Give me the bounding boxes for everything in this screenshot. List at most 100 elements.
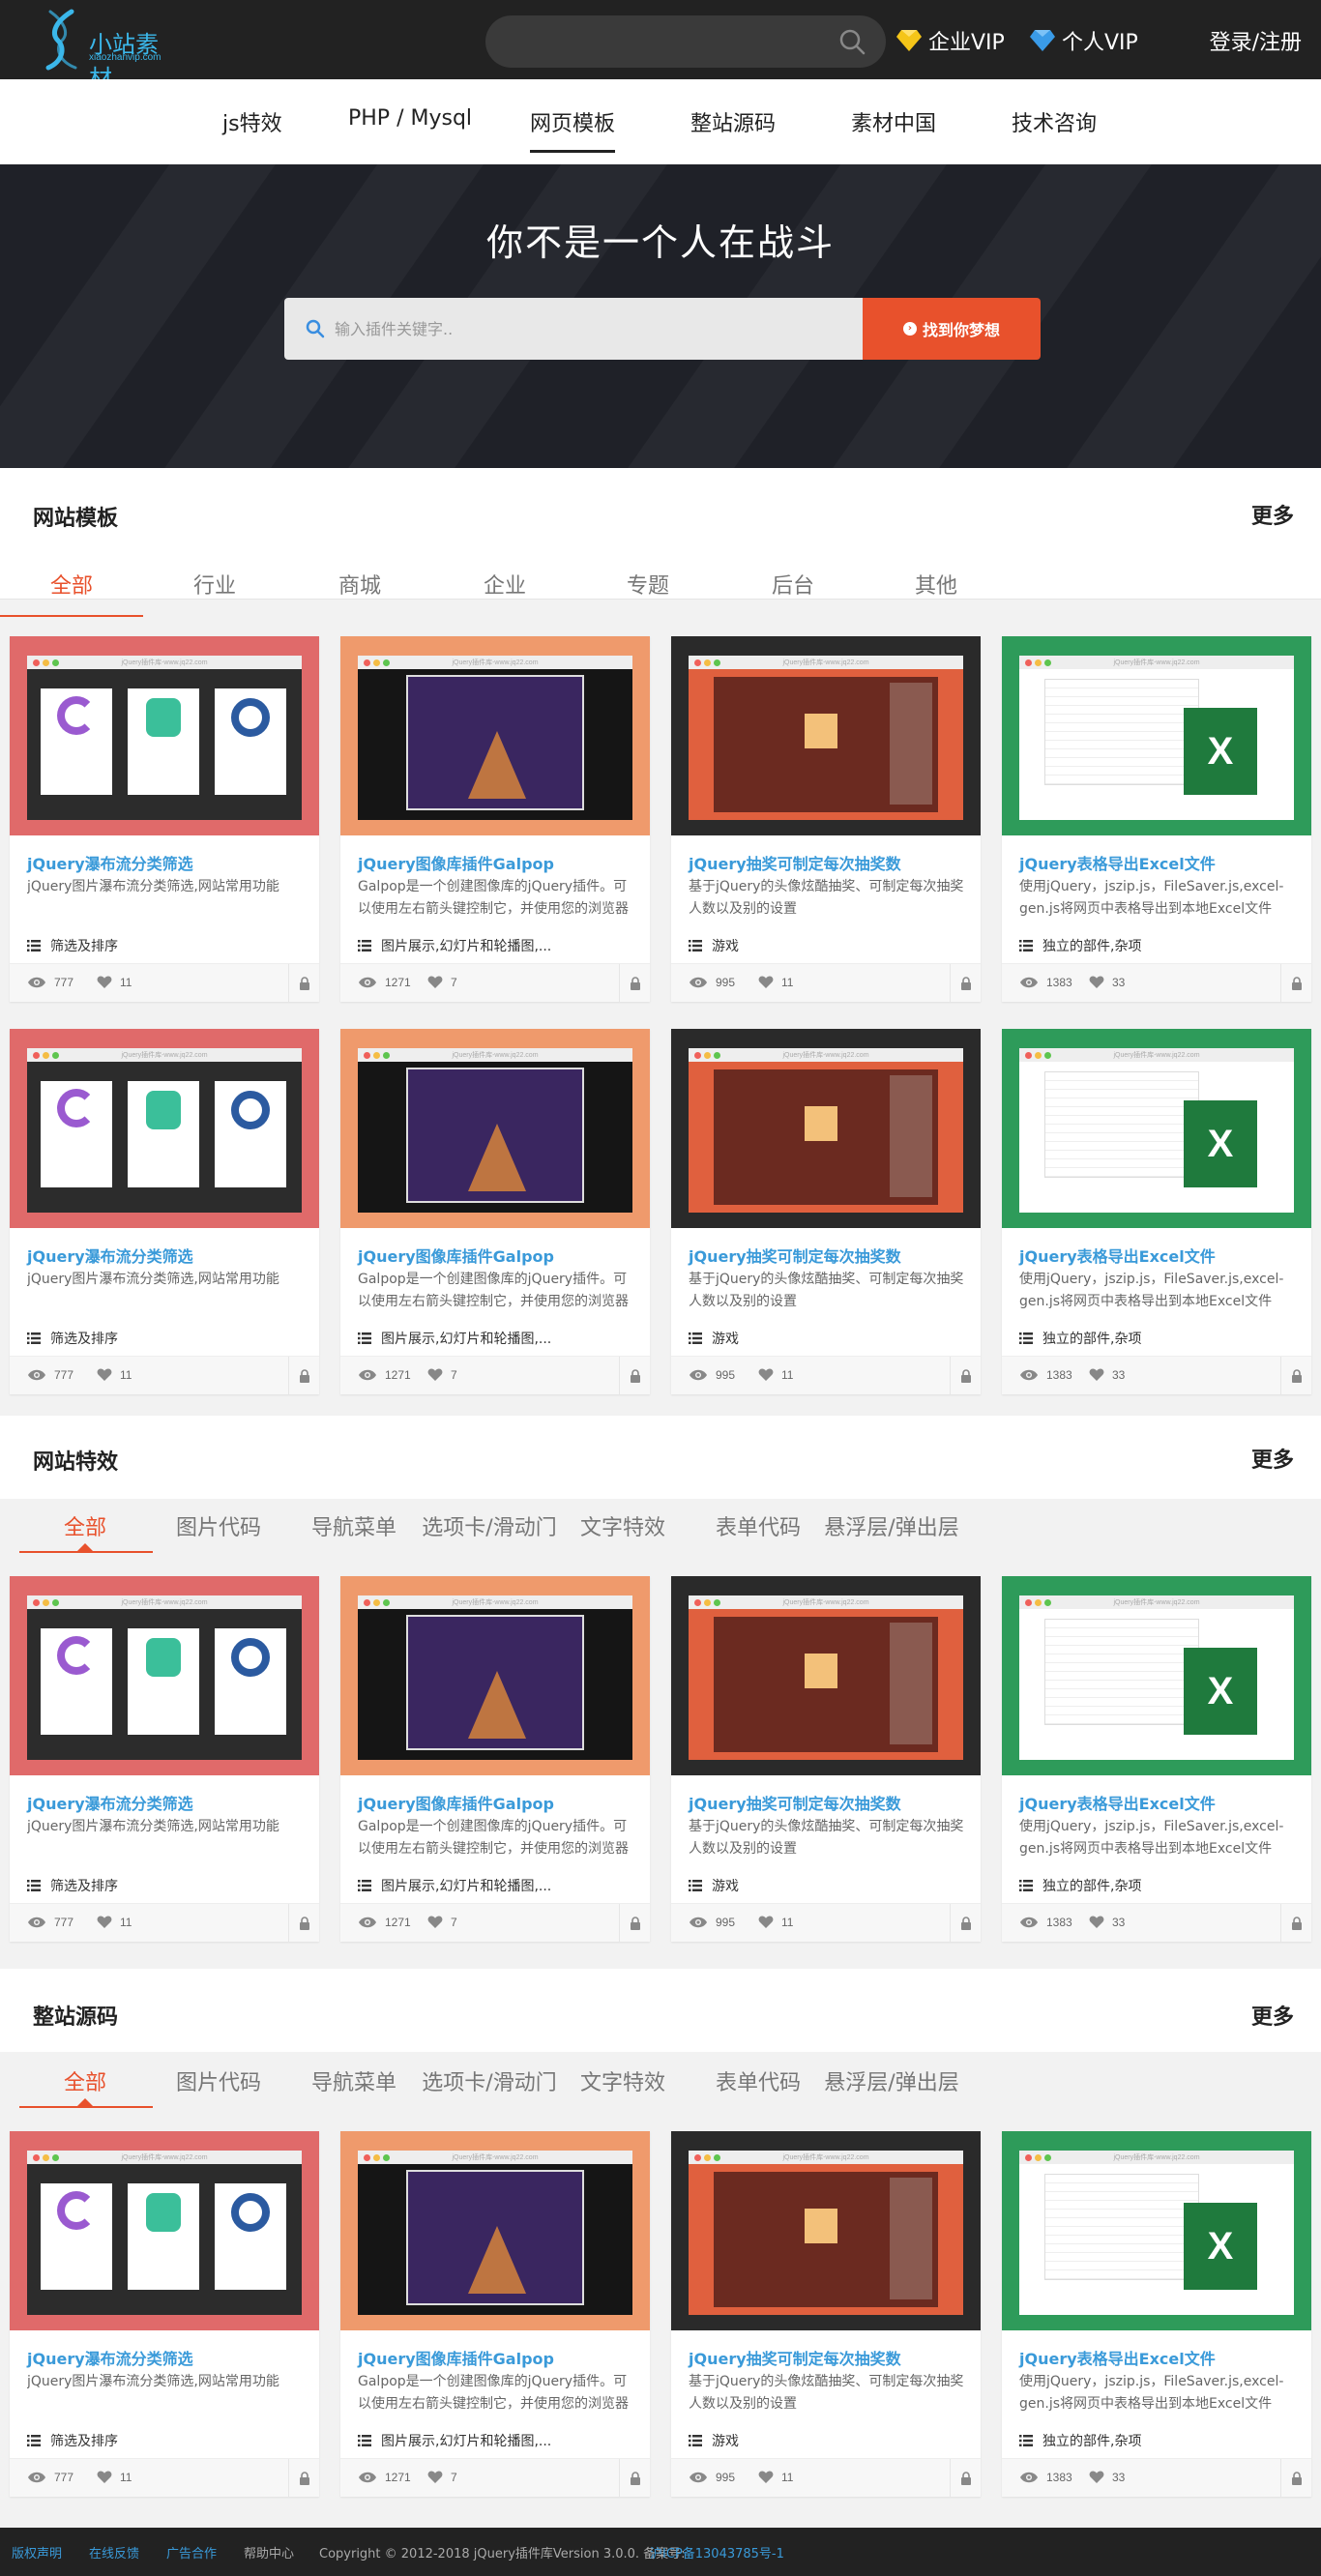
lock-button[interactable] xyxy=(1280,1904,1311,1943)
lock-button[interactable] xyxy=(288,1904,319,1943)
like-count[interactable]: 7 xyxy=(427,2471,457,2484)
card-thumbnail[interactable]: jQuery插件库-www.jq22.com X xyxy=(1002,636,1311,835)
footer-link-copyright[interactable]: 版权声明 xyxy=(12,2543,62,2561)
card-thumbnail[interactable]: jQuery插件库-www.jq22.com xyxy=(340,636,650,835)
nav-item-templates[interactable]: 网页模板 xyxy=(530,106,616,153)
card-thumbnail[interactable]: jQuery插件库-www.jq22.com xyxy=(671,636,981,835)
more-link[interactable]: 更多 xyxy=(1251,499,1294,530)
search-icon[interactable] xyxy=(837,27,866,56)
card-title[interactable]: jQuery图像库插件Galpop xyxy=(358,2346,554,2369)
lock-button[interactable] xyxy=(288,1357,319,1395)
like-count[interactable]: 11 xyxy=(758,976,793,989)
card-tag-text[interactable]: 图片展示,幻灯片和轮播图,... xyxy=(381,1876,551,1895)
footer-link-ads[interactable]: 广告合作 xyxy=(166,2543,217,2561)
tab-text-effects[interactable]: 文字特效 xyxy=(580,1510,665,1541)
like-count[interactable]: 11 xyxy=(97,976,132,989)
card-tag-text[interactable]: 独立的部件,杂项 xyxy=(1042,2431,1141,2450)
tab-topic[interactable]: 专题 xyxy=(627,569,669,600)
tab-tabs-slider[interactable]: 选项卡/滑动门 xyxy=(422,2065,556,2096)
lock-button[interactable] xyxy=(950,2459,981,2498)
nav-item-source[interactable]: 整站源码 xyxy=(690,106,776,137)
card-thumbnail[interactable]: jQuery插件库-www.jq22.com xyxy=(671,2131,981,2330)
card-title[interactable]: jQuery表格导出Excel文件 xyxy=(1019,851,1216,874)
card-tag-text[interactable]: 游戏 xyxy=(712,1329,739,1348)
tab-nav-menu[interactable]: 导航菜单 xyxy=(311,2065,396,2096)
tab-all[interactable]: 全部 xyxy=(50,569,93,600)
lock-button[interactable] xyxy=(619,2459,650,2498)
personal-vip-link[interactable]: 个人VIP xyxy=(1029,25,1138,56)
lock-button[interactable] xyxy=(950,964,981,1003)
tab-text-effects[interactable]: 文字特效 xyxy=(580,2065,665,2096)
card-tag-text[interactable]: 游戏 xyxy=(712,2431,739,2450)
lock-button[interactable] xyxy=(288,2459,319,2498)
enterprise-vip-link[interactable]: 企业VIP xyxy=(895,25,1005,56)
more-link[interactable]: 更多 xyxy=(1251,1443,1294,1474)
card-thumbnail[interactable]: jQuery插件库-www.jq22.com xyxy=(340,1029,650,1228)
card-title[interactable]: jQuery抽奖可制定每次抽奖数 xyxy=(689,1791,901,1814)
tab-all[interactable]: 全部 xyxy=(64,2065,106,2096)
card-title[interactable]: jQuery抽奖可制定每次抽奖数 xyxy=(689,1244,901,1267)
plugin-card[interactable]: jQuery插件库-www.jq22.com jQuery瀑布流分类筛选 jQu… xyxy=(10,2131,319,2498)
card-title[interactable]: jQuery瀑布流分类筛选 xyxy=(27,2346,193,2369)
like-count[interactable]: 33 xyxy=(1089,1368,1125,1382)
lock-button[interactable] xyxy=(619,1904,650,1943)
plugin-card[interactable]: jQuery插件库-www.jq22.com X jQuery表格导出Excel… xyxy=(1002,1029,1311,1395)
like-count[interactable]: 7 xyxy=(427,1916,457,1929)
like-count[interactable]: 33 xyxy=(1089,2471,1125,2484)
card-thumbnail[interactable]: jQuery插件库-www.jq22.com X xyxy=(1002,1576,1311,1775)
card-thumbnail[interactable]: jQuery插件库-www.jq22.com X xyxy=(1002,2131,1311,2330)
tab-image-code[interactable]: 图片代码 xyxy=(176,2065,261,2096)
tab-enterprise[interactable]: 企业 xyxy=(484,569,526,600)
card-thumbnail[interactable]: jQuery插件库-www.jq22.com xyxy=(10,1576,319,1775)
like-count[interactable]: 11 xyxy=(97,1916,132,1929)
card-tag-text[interactable]: 图片展示,幻灯片和轮播图,... xyxy=(381,2431,551,2450)
like-count[interactable]: 7 xyxy=(427,976,457,989)
plugin-card[interactable]: jQuery插件库-www.jq22.com jQuery抽奖可制定每次抽奖数 … xyxy=(671,1029,981,1395)
plugin-card[interactable]: jQuery插件库-www.jq22.com X jQuery表格导出Excel… xyxy=(1002,1576,1311,1943)
like-count[interactable]: 7 xyxy=(427,1368,457,1382)
card-title[interactable]: jQuery抽奖可制定每次抽奖数 xyxy=(689,851,901,874)
lock-button[interactable] xyxy=(619,964,650,1003)
card-tag-text[interactable]: 筛选及排序 xyxy=(50,1876,118,1895)
tab-form-code[interactable]: 表单代码 xyxy=(716,2065,801,2096)
card-tag-text[interactable]: 独立的部件,杂项 xyxy=(1042,1876,1141,1895)
site-logo[interactable]: 小站素材 xiaozhanvip.com xyxy=(43,8,178,92)
tab-other[interactable]: 其他 xyxy=(915,569,957,600)
card-tag-text[interactable]: 筛选及排序 xyxy=(50,2431,118,2450)
card-tag-text[interactable]: 独立的部件,杂项 xyxy=(1042,1329,1141,1348)
card-thumbnail[interactable]: jQuery插件库-www.jq22.com X xyxy=(1002,1029,1311,1228)
card-title[interactable]: jQuery表格导出Excel文件 xyxy=(1019,1791,1216,1814)
tab-nav-menu[interactable]: 导航菜单 xyxy=(311,1510,396,1541)
login-register-link[interactable]: 登录/注册 xyxy=(1210,25,1302,56)
card-title[interactable]: jQuery表格导出Excel文件 xyxy=(1019,2346,1216,2369)
like-count[interactable]: 11 xyxy=(758,1368,793,1382)
nav-item-js[interactable]: js特效 xyxy=(222,106,282,137)
nav-item-consult[interactable]: 技术咨询 xyxy=(1012,106,1097,137)
card-thumbnail[interactable]: jQuery插件库-www.jq22.com xyxy=(10,636,319,835)
like-count[interactable]: 11 xyxy=(758,2471,793,2484)
lock-button[interactable] xyxy=(288,964,319,1003)
nav-item-materials[interactable]: 素材中国 xyxy=(851,106,936,137)
plugin-card[interactable]: jQuery插件库-www.jq22.com jQuery抽奖可制定每次抽奖数 … xyxy=(671,2131,981,2498)
card-thumbnail[interactable]: jQuery插件库-www.jq22.com xyxy=(340,2131,650,2330)
card-title[interactable]: jQuery图像库插件Galpop xyxy=(358,1244,554,1267)
more-link[interactable]: 更多 xyxy=(1251,2000,1294,2031)
lock-button[interactable] xyxy=(1280,2459,1311,2498)
footer-icp-link[interactable]: 沪ICP备13043785号-1 xyxy=(650,2543,784,2561)
card-title[interactable]: jQuery瀑布流分类筛选 xyxy=(27,851,193,874)
hero-search-input[interactable] xyxy=(335,298,837,360)
card-thumbnail[interactable]: jQuery插件库-www.jq22.com xyxy=(10,1029,319,1228)
card-title[interactable]: jQuery图像库插件Galpop xyxy=(358,851,554,874)
plugin-card[interactable]: jQuery插件库-www.jq22.com X jQuery表格导出Excel… xyxy=(1002,2131,1311,2498)
card-title[interactable]: jQuery图像库插件Galpop xyxy=(358,1791,554,1814)
card-tag-text[interactable]: 筛选及排序 xyxy=(50,936,118,955)
plugin-card[interactable]: jQuery插件库-www.jq22.com jQuery图像库插件Galpop… xyxy=(340,2131,650,2498)
card-tag-text[interactable]: 图片展示,幻灯片和轮播图,... xyxy=(381,1329,551,1348)
plugin-card[interactable]: jQuery插件库-www.jq22.com jQuery抽奖可制定每次抽奖数 … xyxy=(671,636,981,1003)
card-tag-text[interactable]: 筛选及排序 xyxy=(50,1329,118,1348)
lock-button[interactable] xyxy=(619,1357,650,1395)
tab-image-code[interactable]: 图片代码 xyxy=(176,1510,261,1541)
plugin-card[interactable]: jQuery插件库-www.jq22.com jQuery瀑布流分类筛选 jQu… xyxy=(10,1029,319,1395)
lock-button[interactable] xyxy=(950,1904,981,1943)
tab-admin[interactable]: 后台 xyxy=(772,569,814,600)
